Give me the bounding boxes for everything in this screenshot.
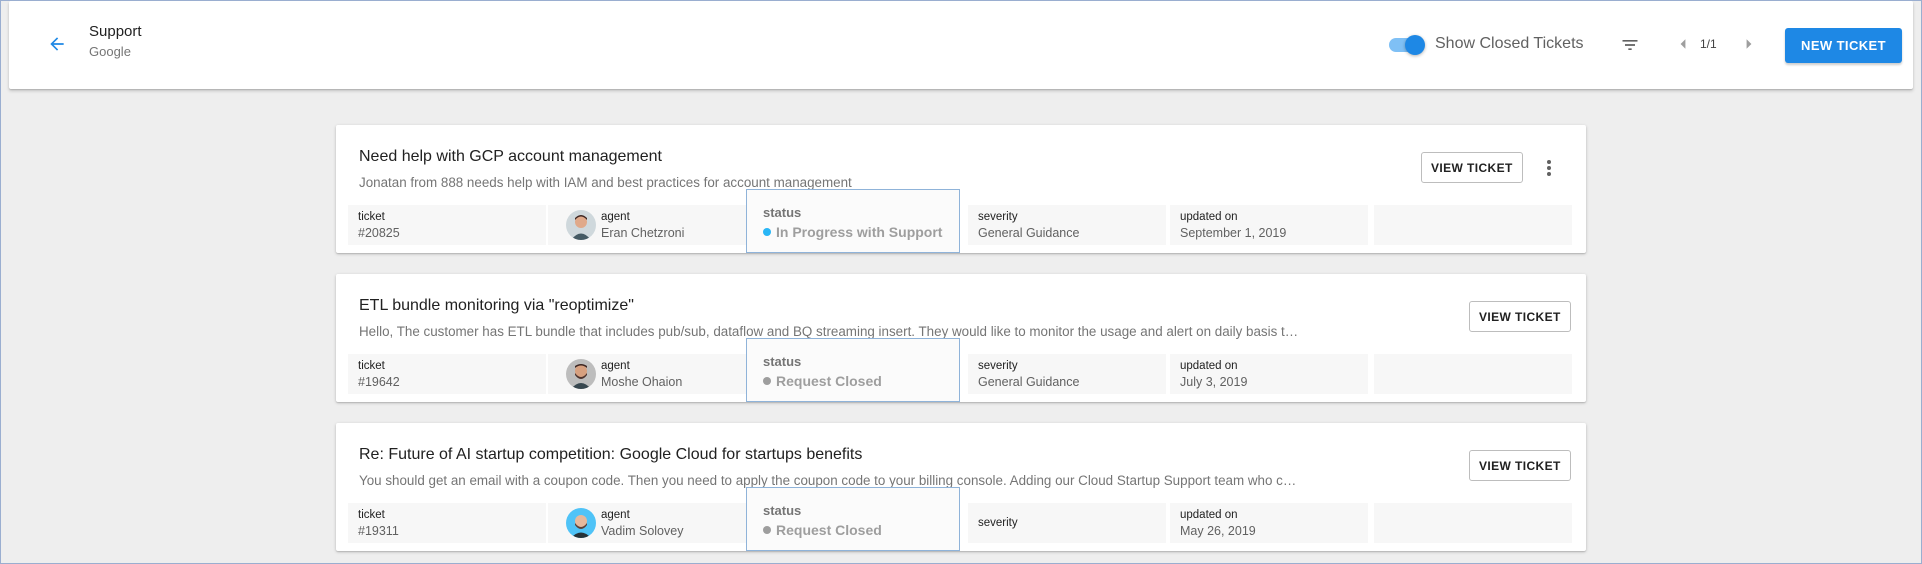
status-label: status (763, 205, 802, 220)
severity-label: severity (978, 517, 1018, 529)
next-page-button[interactable] (1740, 35, 1758, 53)
status-text: In Progress with Support (776, 224, 943, 240)
empty-cell (1374, 354, 1572, 394)
show-closed-label: Show Closed Tickets (1435, 35, 1584, 52)
ticket-card: Need help with GCP account management Jo… (336, 125, 1586, 253)
filter-icon (1622, 40, 1638, 50)
agent-label: agent (601, 211, 630, 223)
ticket-card: ETL bundle monitoring via "reoptimize" H… (336, 274, 1586, 402)
ticket-card: Re: Future of AI startup competition: Go… (336, 423, 1586, 551)
arrow-left-icon (50, 37, 64, 51)
updated-value: July 3, 2019 (1180, 375, 1248, 389)
updated-cell: updated on May 26, 2019 (1170, 503, 1368, 543)
agent-cell: agent Moshe Ohaion (548, 354, 746, 394)
severity-label: severity (978, 211, 1018, 223)
view-ticket-button[interactable]: VIEW TICKET (1469, 450, 1571, 481)
view-ticket-button[interactable]: VIEW TICKET (1421, 152, 1523, 183)
agent-name: Vadim Solovey (601, 524, 684, 538)
avatar (566, 359, 596, 389)
ticket-description: Hello, The customer has ETL bundle that … (359, 324, 1299, 339)
status-text: Request Closed (776, 373, 882, 389)
ticket-number: #19642 (358, 375, 400, 389)
ticket-title: Need help with GCP account management (359, 148, 662, 165)
empty-cell (1374, 503, 1572, 543)
agent-label: agent (601, 360, 630, 372)
ticket-description: Jonatan from 888 needs help with IAM and… (359, 175, 852, 190)
agent-cell: agent Vadim Solovey (548, 503, 746, 543)
prev-page-button[interactable] (1674, 35, 1692, 53)
chevron-left-icon (1680, 39, 1686, 49)
show-closed-toggle[interactable] (1387, 34, 1425, 55)
severity-cell: severity (968, 503, 1166, 543)
ticket-title: ETL bundle monitoring via "reoptimize" (359, 297, 634, 314)
agent-name: Moshe Ohaion (601, 375, 683, 389)
severity-cell: severity General Guidance (968, 354, 1166, 394)
ticket-number-cell: ticket #20825 (348, 205, 546, 245)
avatar (566, 508, 596, 538)
ticket-number-cell: ticket #19642 (348, 354, 546, 394)
agent-cell: agent Eran Chetzroni (548, 205, 746, 245)
more-options-button[interactable] (1537, 154, 1561, 182)
title-block: Support Google (89, 22, 142, 61)
filter-button[interactable] (1615, 30, 1645, 60)
severity-cell: severity General Guidance (968, 205, 1166, 245)
status-value: Request Closed (763, 522, 882, 538)
status-label: status (763, 354, 802, 369)
updated-value: May 26, 2019 (1180, 524, 1256, 538)
view-ticket-button[interactable]: VIEW TICKET (1469, 301, 1571, 332)
severity-label: severity (978, 360, 1018, 372)
empty-cell (1374, 205, 1572, 245)
status-dot-icon (763, 228, 771, 236)
updated-label: updated on (1180, 509, 1238, 521)
updated-value: September 1, 2019 (1180, 226, 1287, 240)
ticket-number: #20825 (358, 226, 400, 240)
ticket-number: #19311 (358, 524, 399, 538)
new-ticket-button[interactable]: NEW TICKET (1785, 28, 1902, 63)
ticket-label: ticket (358, 509, 385, 521)
updated-label: updated on (1180, 360, 1238, 372)
agent-name: Eran Chetzroni (601, 226, 685, 240)
chevron-right-icon (1746, 39, 1752, 49)
status-cell: status Request Closed (746, 487, 960, 551)
status-text: Request Closed (776, 522, 882, 538)
ticket-label: ticket (358, 211, 385, 223)
show-closed-toggle-group: Show Closed Tickets (1387, 34, 1584, 55)
status-value: In Progress with Support (763, 224, 942, 240)
more-vert-icon (1547, 160, 1551, 176)
pager-label: 1/1 (1700, 37, 1717, 51)
status-label: status (763, 503, 802, 518)
page-title: Support (89, 23, 142, 40)
ticket-title: Re: Future of AI startup competition: Go… (359, 446, 863, 463)
ticket-number-cell: ticket #19311 (348, 503, 546, 543)
avatar (566, 210, 596, 240)
page-subtitle: Google (89, 44, 131, 59)
ticket-label: ticket (358, 360, 385, 372)
updated-cell: updated on July 3, 2019 (1170, 354, 1368, 394)
status-cell: status In Progress with Support (746, 189, 960, 253)
status-dot-icon (763, 377, 771, 385)
severity-value: General Guidance (978, 375, 1080, 389)
agent-label: agent (601, 509, 630, 521)
status-cell: status Request Closed (746, 338, 960, 402)
toggle-knob (1405, 35, 1425, 55)
severity-value: General Guidance (978, 226, 1080, 240)
back-button[interactable] (39, 26, 75, 62)
status-dot-icon (763, 526, 771, 534)
ticket-description: You should get an email with a coupon co… (359, 473, 1297, 488)
status-value: Request Closed (763, 373, 882, 389)
page-header: Support Google Show Closed Tickets 1/1 N… (9, 1, 1913, 89)
updated-label: updated on (1180, 211, 1238, 223)
updated-cell: updated on September 1, 2019 (1170, 205, 1368, 245)
